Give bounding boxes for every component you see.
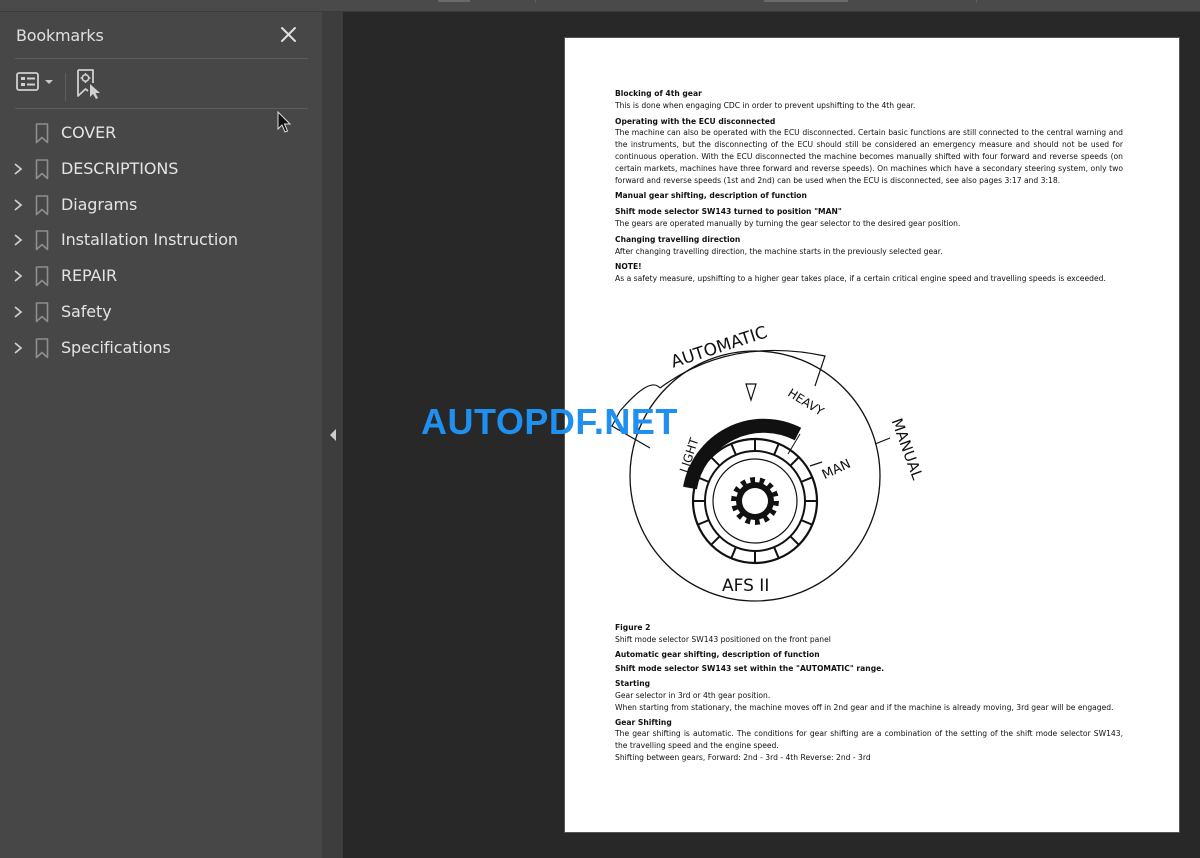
- heavy-label: HEAVY: [785, 386, 827, 419]
- divider: [15, 58, 308, 59]
- bookmarks-toolbar: [15, 68, 308, 101]
- document-text-top: Blocking of 4th gear This is done when en…: [615, 88, 1123, 285]
- toolbar-indicator: [764, 0, 848, 2]
- knob-tick: [697, 476, 710, 483]
- knob-tick: [800, 476, 813, 483]
- paragraph: Shifting between gears, Forward: 2nd - 3…: [615, 752, 871, 762]
- panel-header: Bookmarks: [15, 26, 308, 60]
- bookmark-label: COVER: [61, 123, 117, 142]
- bookmark-label: Safety: [61, 301, 112, 321]
- bookmark-cover[interactable]: COVER: [0, 116, 322, 152]
- section-heading: Figure 2: [615, 623, 651, 632]
- knob-tick: [789, 456, 800, 467]
- toolbar-separator: [65, 73, 66, 101]
- chevron-right-icon[interactable]: [11, 268, 25, 284]
- bookmark-label: Specifications: [61, 337, 171, 357]
- document-text-bottom: Figure 2 Shift mode selector SW143 positi…: [615, 619, 1123, 764]
- section-heading: Gear Shifting: [615, 717, 672, 727]
- knob-tick: [710, 535, 721, 546]
- section-heading: Operating with the ECU disconnected: [615, 116, 776, 126]
- knob-tick: [773, 546, 780, 559]
- top-toolbar-strip: [0, 0, 1200, 12]
- toolbar-separator: [976, 0, 977, 3]
- panel-splitter[interactable]: [322, 12, 343, 858]
- bookmark-diagrams[interactable]: Diagrams: [0, 188, 322, 224]
- paragraph: As a safety measure, upshifting to a hig…: [615, 274, 1106, 284]
- section-heading: Starting: [615, 679, 651, 689]
- options-menu-button[interactable]: [15, 68, 57, 98]
- bookmark-label: Installation Instruction: [61, 230, 238, 250]
- paragraph: The gears are operated manually by turni…: [615, 218, 961, 228]
- mouse-cursor-icon: [277, 111, 292, 133]
- knob-tick: [697, 519, 710, 526]
- paragraph: Shift mode selector SW143 positioned on …: [615, 634, 831, 644]
- paragraph: After changing travelling direction, the…: [615, 246, 943, 256]
- bookmark-descriptions[interactable]: DESCRIPTIONS: [0, 152, 322, 188]
- section-heading: Blocking of 4th gear: [615, 89, 702, 98]
- bookmark-icon: [35, 230, 49, 251]
- watermark: AUTOPDF.NET: [421, 401, 678, 442]
- close-icon: [281, 27, 296, 42]
- bookmark-icon: [35, 123, 49, 144]
- position-marker: [745, 383, 757, 403]
- bookmark-list: COVER DESCRIPTIONS Diagrams Installation…: [0, 116, 322, 367]
- section-heading: Shift mode selector SW143 set within the…: [615, 664, 885, 674]
- bookmark-safety[interactable]: Safety: [0, 295, 322, 331]
- bookmark-icon: [35, 266, 49, 287]
- bookmark-label: Diagrams: [61, 194, 138, 214]
- load-range-arc: [683, 418, 802, 490]
- paragraph: When starting from stationary, the machi…: [615, 702, 1114, 712]
- knob-tick: [710, 456, 721, 467]
- close-panel-button[interactable]: [278, 24, 300, 46]
- toolbar-indicator: [438, 0, 470, 2]
- bookmark-repair[interactable]: REPAIR: [0, 259, 322, 295]
- find-current-bookmark-icon: [77, 69, 100, 99]
- afs-label: AFS II: [722, 576, 769, 596]
- bookmark-icon: [35, 302, 49, 323]
- automatic-label: AUTOMATIC: [668, 323, 769, 373]
- paragraph: The machine can also be operated with th…: [615, 128, 1123, 185]
- chevron-right-icon[interactable]: [11, 340, 25, 356]
- chevron-right-icon[interactable]: [11, 232, 25, 248]
- bookmark-icon: [35, 158, 49, 180]
- knob-tick: [730, 546, 737, 559]
- bookmark-label: DESCRIPTIONS: [61, 158, 179, 178]
- paragraph: The gear shifting is automatic. The cond…: [615, 729, 1123, 751]
- bookmark-installation-instruction[interactable]: Installation Instruction: [0, 223, 322, 259]
- bookmarks-panel: Bookmarks COVER DESCRIPTIONS Diagrams In…: [0, 12, 322, 858]
- man-label: MAN: [820, 457, 853, 483]
- toolbar-separator: [535, 0, 536, 3]
- chevron-right-icon[interactable]: [11, 161, 25, 177]
- bookmark-icon: [35, 337, 49, 359]
- paragraph: This is done when engaging CDC in order …: [615, 100, 916, 110]
- chevron-down-icon: [45, 80, 53, 84]
- find-current-bookmark-button[interactable]: [75, 68, 105, 99]
- section-heading: Automatic gear shifting, description of …: [615, 649, 820, 659]
- panel-title: Bookmarks: [16, 26, 104, 45]
- chevron-right-icon[interactable]: [11, 304, 25, 320]
- section-heading: Changing travelling direction: [615, 234, 741, 244]
- bookmark-label: REPAIR: [61, 266, 118, 286]
- section-heading: Shift mode selector SW143 turned to posi…: [615, 207, 842, 217]
- knob-tick: [800, 519, 813, 526]
- knob-tick: [773, 443, 780, 456]
- gear-icon: [731, 477, 779, 525]
- shift-mode-selector-figure: AUTOMATIC MANUAL LIGHT HEAVY MAN AFS II: [611, 323, 927, 602]
- bookmark-icon: [35, 194, 49, 215]
- paragraph: Gear selector in 3rd or 4th gear positio…: [615, 690, 771, 700]
- knob-tick: [730, 443, 737, 456]
- section-heading: NOTE!: [615, 262, 642, 272]
- divider: [15, 108, 308, 109]
- manual-tick: [874, 437, 891, 445]
- list-options-icon: [16, 72, 53, 91]
- triangle-left-icon[interactable]: [328, 428, 338, 442]
- chevron-right-icon[interactable]: [11, 197, 25, 213]
- section-heading: Manual gear shifting, description of fun…: [615, 191, 807, 201]
- manual-label: MANUAL: [888, 416, 927, 483]
- knob-tick: [789, 535, 800, 546]
- bookmark-specifications[interactable]: Specifications: [0, 331, 322, 367]
